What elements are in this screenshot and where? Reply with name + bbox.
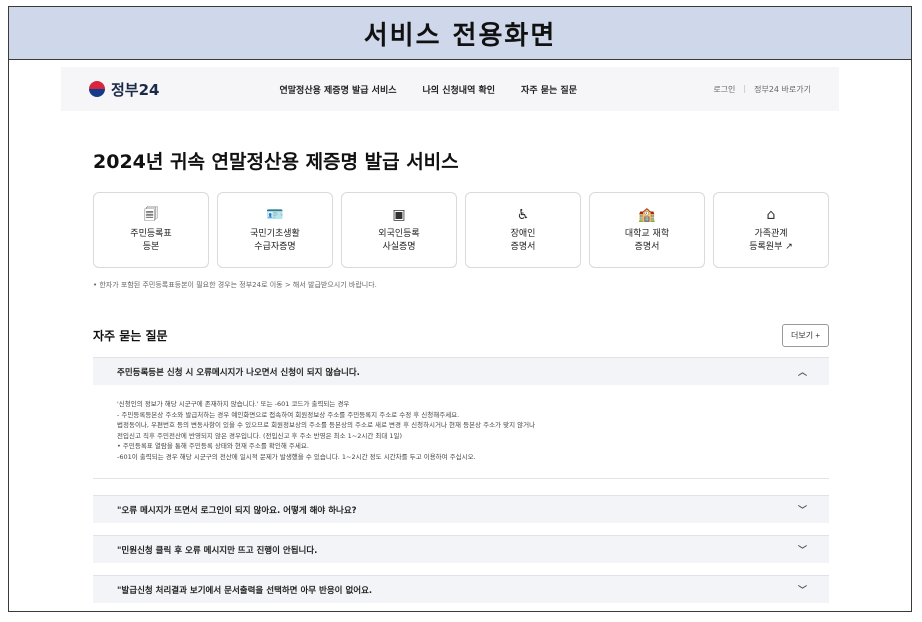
- chevron-down-icon: ﹀: [797, 506, 807, 516]
- logo-text: 정부24: [111, 80, 160, 99]
- taegeuk-logo-icon: [89, 81, 105, 97]
- faq-item-expanded[interactable]: 주민등록등본 신청 시 오류메시지가 나오면서 신청이 되지 않습니다. ︿: [93, 357, 829, 385]
- service-page: 정부24 연말정산용 제증명 발급 서비스 나의 신청내역 확인 자주 묻는 질…: [61, 67, 839, 611]
- card-label: 국민기초생활 수급자증명: [250, 229, 300, 252]
- family-house-icon: ⌂: [766, 207, 776, 223]
- document-icon: 🗐: [144, 207, 158, 223]
- faq-question: "민원신청 클릭 후 오류 메시지만 뜨고 진행이 안됩니다.: [117, 545, 318, 556]
- card-resident-registration[interactable]: 🗐 주민등록표 등본: [93, 192, 209, 268]
- screenshot-frame: 서비스 전용화면 정부24 연말정산용 제증명 발급 서비스 나의 신청내역 확…: [8, 6, 912, 612]
- nav-item-my-applications[interactable]: 나의 신청내역 확인: [423, 83, 496, 96]
- hanja-note: • 한자가 포함된 주민등록표등본이 필요한 경우는 정부24로 이동 > 해서…: [93, 281, 377, 289]
- card-label: 주민등록표 등본: [130, 229, 172, 252]
- faq-title: 자주 묻는 질문: [93, 329, 168, 343]
- card-university-enrollment[interactable]: 🏫 대학교 재학 증명서: [589, 192, 705, 268]
- card-alien-registration[interactable]: ▣ 외국인등록 사실증명: [341, 192, 457, 268]
- certificate-cards: 🗐 주민등록표 등본 🪪 국민기초생활 수급자증명 ▣ 외국인등록 사실증명 ♿…: [93, 192, 839, 268]
- separator: |: [743, 83, 747, 93]
- faq-item[interactable]: "민원신청 클릭 후 오류 메시지만 뜨고 진행이 안됩니다. ﹀: [93, 535, 829, 563]
- nav-item-issuance-service[interactable]: 연말정산용 제증명 발급 서비스: [279, 83, 396, 96]
- faq-question: "발급신청 처리결과 보기에서 문서출력을 선택하면 아무 반응이 없어요.: [117, 585, 373, 596]
- card-disability[interactable]: ♿ 장애인 증명서: [465, 192, 581, 268]
- school-icon: 🏫: [638, 207, 656, 223]
- gov24-shortcut-link[interactable]: 정부24 바로가기: [754, 84, 811, 95]
- top-navigation-bar: 정부24 연말정산용 제증명 발급 서비스 나의 신청내역 확인 자주 묻는 질…: [61, 67, 839, 111]
- faq-question: "오류 메시지가 뜨면서 로그인이 되지 않아요. 어떻게 해야 하나요?: [117, 505, 357, 516]
- chevron-down-icon: ﹀: [797, 586, 807, 596]
- card-family-relations[interactable]: ⌂ 가족관계 등록원부 ↗: [713, 192, 829, 268]
- faq-item[interactable]: "오류 메시지가 뜨면서 로그인이 되지 않아요. 어떻게 해야 하나요? ﹀: [93, 495, 829, 523]
- card-label: 외국인등록 사실증명: [378, 229, 420, 252]
- more-button[interactable]: 더보기 +: [782, 324, 829, 347]
- answer-line: '신청인의 정보가 해당 시군구에 존재하지 않습니다.' 또는 -601 코드…: [117, 400, 350, 408]
- id-card-icon: 🪪: [266, 207, 284, 223]
- gov24-logo[interactable]: 정부24: [89, 79, 159, 100]
- answer-line: 법정동이나, 우편번호 등의 변동사항이 있을 수 있으므로 회원정보상의 주소…: [117, 421, 536, 429]
- page-title: 2024년 귀속 연말정산용 제증명 발급 서비스: [93, 151, 459, 173]
- card-label: 장애인 증명서: [510, 229, 536, 252]
- card-label: 가족관계 등록원부 ↗: [749, 229, 793, 252]
- main-nav: 연말정산용 제증명 발급 서비스 나의 신청내역 확인 자주 묻는 질문: [279, 83, 577, 96]
- answer-line: - 주민등록등본상 주소와 발급처하는 경우 예인화면으로 접속하여 회원정보상…: [117, 410, 460, 419]
- banner-title: 서비스 전용화면: [363, 20, 557, 51]
- faq-answer: '신청인의 정보가 해당 시군구에 존재하지 않습니다.' 또는 -601 코드…: [93, 385, 829, 479]
- answer-line: -601이 출력되는 경우 해당 시군구의 전산에 일시적 문제가 발생했을 수…: [117, 452, 476, 461]
- card-label: 대학교 재학 증명서: [624, 229, 670, 252]
- utility-links: 로그인 | 정부24 바로가기: [713, 84, 811, 95]
- answer-line: 전입신고 직후 주민전산에 반영되지 않은 경우입니다. (전입신고 후 주소 …: [117, 431, 403, 440]
- answer-line: • 주민등록표 열람을 통해 주민등록 상태와 현재 주소를 확인해 주세요.: [117, 442, 309, 450]
- login-link[interactable]: 로그인: [713, 84, 735, 95]
- banner: 서비스 전용화면: [9, 7, 911, 60]
- card-basic-livelihood[interactable]: 🪪 국민기초생활 수급자증명: [217, 192, 333, 268]
- chevron-up-icon: ︿: [797, 368, 807, 378]
- wheelchair-icon: ♿: [516, 207, 530, 223]
- alien-card-icon: ▣: [392, 207, 406, 223]
- faq-header: 자주 묻는 질문 더보기 +: [93, 324, 829, 347]
- nav-item-faq[interactable]: 자주 묻는 질문: [521, 83, 577, 96]
- faq-item[interactable]: "발급신청 처리결과 보기에서 문서출력을 선택하면 아무 반응이 없어요. ﹀: [93, 575, 829, 603]
- chevron-down-icon: ﹀: [797, 546, 807, 556]
- faq-question: 주민등록등본 신청 시 오류메시지가 나오면서 신청이 되지 않습니다.: [117, 367, 360, 378]
